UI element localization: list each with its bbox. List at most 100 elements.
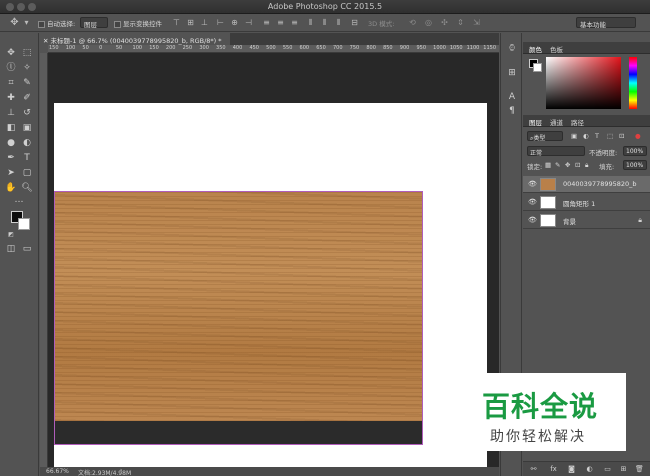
- tab-color[interactable]: 颜色: [529, 44, 542, 54]
- lock-transparent-icon[interactable]: ▦: [545, 161, 551, 169]
- blur-tool-icon[interactable]: ●: [5, 137, 17, 149]
- rotate-3d-icon[interactable]: ⟲: [408, 18, 417, 27]
- hue-slider[interactable]: [629, 57, 637, 109]
- filter-toggle-icon[interactable]: ●: [635, 132, 641, 140]
- align-center-icon[interactable]: ⊕: [230, 18, 239, 27]
- close-tab-icon[interactable]: ✕: [43, 37, 51, 45]
- layer-row[interactable]: 👁︎ 背景 🔒︎: [523, 212, 650, 229]
- chevron-down-icon[interactable]: ▾: [22, 18, 31, 27]
- align-top-icon[interactable]: ⊤: [172, 18, 181, 27]
- distribute-middle-icon[interactable]: ≡: [276, 18, 285, 27]
- ruler-tick-label: 300: [199, 45, 209, 51]
- quick-mask-icon[interactable]: ◫: [5, 243, 17, 255]
- blend-mode-select[interactable]: 正常: [527, 146, 585, 157]
- character-panel-icon[interactable]: A: [506, 91, 518, 103]
- trash-icon[interactable]: 🗑︎: [635, 465, 644, 474]
- move-tool-icon[interactable]: ✥: [5, 47, 17, 59]
- more-tools-icon[interactable]: …: [13, 194, 25, 206]
- history-panel-icon[interactable]: ⌚︎: [506, 43, 518, 55]
- lasso-tool-icon[interactable]: ⓛ: [5, 62, 17, 74]
- hand-tool-icon[interactable]: ✋: [5, 182, 17, 194]
- opacity-field[interactable]: 100%: [623, 146, 647, 156]
- fill-field[interactable]: 100%: [623, 160, 647, 170]
- adjustment-layer-icon[interactable]: ◐: [585, 465, 594, 474]
- document-tab[interactable]: ✕ 未标题-1 @ 66.7% (0040039778995820_b, RGB…: [40, 33, 230, 45]
- move-icon[interactable]: ✥: [10, 18, 19, 28]
- layer-filter-select[interactable]: ⌕类型: [527, 131, 563, 142]
- paragraph-panel-icon[interactable]: ¶: [506, 105, 518, 117]
- layer-style-icon[interactable]: fx: [549, 465, 558, 474]
- visibility-eye-icon[interactable]: 👁︎: [528, 180, 537, 188]
- layer-name[interactable]: 0040039778995820_b: [563, 180, 637, 188]
- filter-type-icon[interactable]: T: [595, 132, 599, 140]
- tab-layers[interactable]: 图层: [529, 117, 542, 127]
- filter-smart-object-icon[interactable]: ⊡: [619, 132, 624, 140]
- magic-wand-icon[interactable]: ✧: [21, 62, 33, 74]
- eraser-icon[interactable]: ◧: [5, 122, 17, 134]
- lock-all-icon[interactable]: 🔒︎: [585, 161, 588, 170]
- show-transform-checkbox[interactable]: 显示变换控件: [114, 18, 162, 28]
- new-layer-icon[interactable]: ⊞: [619, 465, 628, 474]
- color-panel-background[interactable]: [533, 63, 542, 72]
- shape-tool-icon[interactable]: ▢: [21, 167, 33, 179]
- distribute-bottom-icon[interactable]: ≡: [290, 18, 299, 27]
- fill-label: 填充:: [599, 163, 615, 171]
- align-bottom-icon[interactable]: ⊥: [200, 18, 209, 27]
- type-tool-icon[interactable]: T: [21, 152, 33, 164]
- marquee-tool-icon[interactable]: ⬚: [21, 47, 33, 59]
- add-mask-icon[interactable]: ◙: [567, 465, 576, 474]
- artboard-lock-icon[interactable]: ⊡: [575, 161, 580, 169]
- auto-align-icon[interactable]: ⊟: [350, 18, 359, 27]
- new-group-icon[interactable]: ▭: [603, 465, 612, 474]
- zoom-level[interactable]: 66.67%: [46, 468, 69, 475]
- layer-name[interactable]: 圆角矩形 1: [563, 198, 595, 208]
- scale-3d-icon[interactable]: ⇲: [472, 18, 481, 27]
- filter-adjustment-icon[interactable]: ◐: [583, 132, 589, 140]
- background-color-swatch[interactable]: [18, 218, 30, 230]
- link-layers-icon[interactable]: ⚯: [529, 465, 538, 474]
- auto-select-dropdown[interactable]: 图层: [80, 17, 108, 29]
- properties-panel-icon[interactable]: ⊞: [506, 67, 518, 79]
- healing-brush-icon[interactable]: ✚: [5, 92, 17, 104]
- path-select-icon[interactable]: ➤: [5, 167, 17, 179]
- align-middle-icon[interactable]: ⊞: [186, 18, 195, 27]
- tab-paths[interactable]: 路径: [571, 117, 584, 127]
- align-right-icon[interactable]: ⊣: [244, 18, 253, 27]
- eyedropper-icon[interactable]: ✎: [21, 77, 33, 89]
- chevron-right-icon[interactable]: ›: [120, 467, 122, 474]
- workspace-select[interactable]: 基本功能: [576, 17, 636, 29]
- distribute-center-icon[interactable]: ⦀: [320, 18, 329, 27]
- filter-shape-icon[interactable]: ⬚: [607, 132, 613, 140]
- visibility-eye-icon[interactable]: 👁︎: [528, 216, 537, 224]
- gradient-tool-icon[interactable]: ▣: [21, 122, 33, 134]
- crop-tool-icon[interactable]: ⌗: [5, 77, 17, 89]
- distribute-left-icon[interactable]: ⦀: [306, 18, 315, 27]
- default-colors-icon[interactable]: ◩: [5, 229, 17, 241]
- drag-3d-icon[interactable]: ✣: [440, 18, 449, 27]
- layer-name[interactable]: 背景: [563, 216, 576, 226]
- tab-swatches[interactable]: 色板: [550, 44, 563, 54]
- filter-pixel-icon[interactable]: ▣: [571, 132, 577, 140]
- history-brush-icon[interactable]: ↺: [21, 107, 33, 119]
- zoom-tool-icon[interactable]: 🔍︎: [21, 182, 33, 194]
- slide-3d-icon[interactable]: ⇕: [456, 18, 465, 27]
- visibility-eye-icon[interactable]: 👁︎: [528, 198, 537, 206]
- lock-position-icon[interactable]: ✥: [565, 161, 570, 169]
- distribute-right-icon[interactable]: ⦀: [334, 18, 343, 27]
- distribute-top-icon[interactable]: ≡: [262, 18, 271, 27]
- pen-tool-icon[interactable]: ✒: [5, 152, 17, 164]
- align-left-icon[interactable]: ⊢: [216, 18, 225, 27]
- lock-image-icon[interactable]: ✎: [555, 161, 560, 169]
- brush-tool-icon[interactable]: ✐: [21, 92, 33, 104]
- roll-3d-icon[interactable]: ◎: [424, 18, 433, 27]
- layer-row[interactable]: 👁︎ 圆角矩形 1: [523, 194, 650, 211]
- canvas-area[interactable]: [48, 53, 499, 467]
- layer-row[interactable]: 👁︎ 0040039778995820_b: [523, 176, 650, 193]
- screen-mode-icon[interactable]: ▭: [21, 243, 33, 255]
- stamp-tool-icon[interactable]: ⊥: [5, 107, 17, 119]
- tab-channels[interactable]: 通道: [550, 117, 563, 127]
- color-picker-field[interactable]: [546, 57, 621, 109]
- dodge-tool-icon[interactable]: ◐: [21, 137, 33, 149]
- auto-select-checkbox[interactable]: 自动选择:: [38, 18, 75, 28]
- ruler-tick-label: 950: [416, 45, 427, 51]
